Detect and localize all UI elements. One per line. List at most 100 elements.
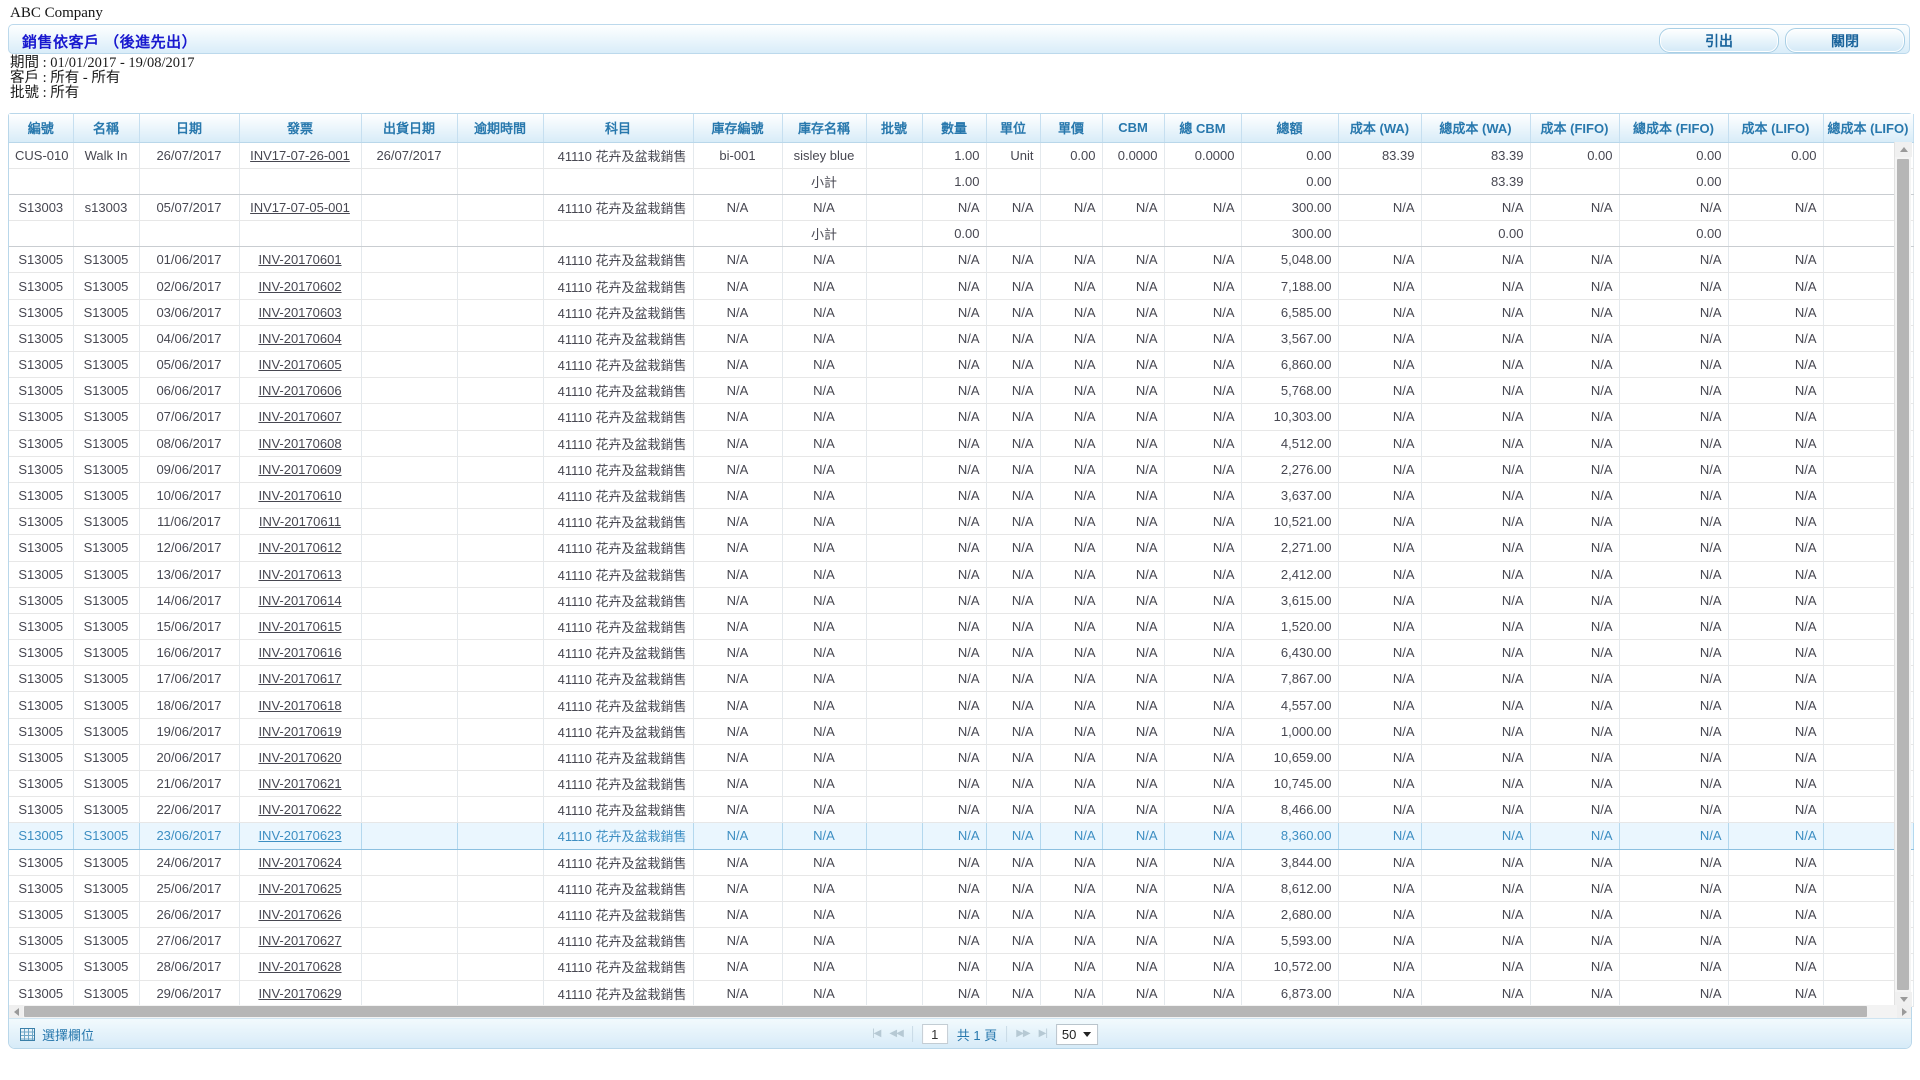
cell[interactable]: INV-20170620 [239,744,361,770]
column-header-3[interactable]: 發票 [239,114,361,142]
table-row[interactable]: S13005S1300517/06/2017INV-2017061741110 … [9,666,1913,692]
table-row[interactable]: S13005S1300501/06/2017INV-2017060141110 … [9,247,1913,273]
column-header-18[interactable]: 成本 (FIFO) [1530,114,1619,142]
table-row[interactable]: S13005S1300525/06/2017INV-2017062541110 … [9,875,1913,901]
cell[interactable]: INV-20170626 [239,901,361,927]
column-header-14[interactable]: 總 CBM [1164,114,1241,142]
cell[interactable]: INV-20170628 [239,954,361,980]
invoice-link[interactable]: INV-20170629 [258,986,341,1001]
cell[interactable]: INV-20170613 [239,561,361,587]
invoice-link[interactable]: INV-20170624 [258,855,341,870]
page-size-select[interactable]: 50 [1056,1024,1098,1045]
table-row[interactable]: S13005S1300526/06/2017INV-2017062641110 … [9,901,1913,927]
cell[interactable]: INV-20170610 [239,482,361,508]
cell[interactable]: INV-20170618 [239,692,361,718]
page-input[interactable] [922,1024,948,1044]
invoice-link[interactable]: INV-20170604 [258,331,341,346]
column-header-1[interactable]: 名稱 [73,114,139,142]
cell[interactable]: INV-20170623 [239,823,361,849]
table-row[interactable]: S13005S1300516/06/2017INV-2017061641110 … [9,640,1913,666]
last-page-button[interactable]: ▶| [1039,1023,1047,1045]
vertical-scrollbar[interactable] [1894,142,1911,1007]
table-row[interactable]: S13005S1300504/06/2017INV-2017060441110 … [9,325,1913,351]
table-row[interactable]: S13005S1300506/06/2017INV-2017060641110 … [9,378,1913,404]
cell[interactable]: INV-20170614 [239,587,361,613]
subtotal-row[interactable]: 小計1.000.0083.390.00 [9,168,1913,194]
cell[interactable]: INV-20170602 [239,273,361,299]
cell[interactable]: INV-20170629 [239,980,361,1006]
column-header-15[interactable]: 總額 [1241,114,1338,142]
table-row[interactable]: S13005S1300503/06/2017INV-2017060341110 … [9,299,1913,325]
invoice-link[interactable]: INV-20170601 [258,252,341,267]
invoice-link[interactable]: INV-20170608 [258,436,341,451]
table-row[interactable]: S13005S1300509/06/2017INV-2017060941110 … [9,456,1913,482]
column-header-5[interactable]: 逾期時間 [457,114,543,142]
export-button[interactable]: 引出 [1659,28,1779,53]
cell[interactable]: INV-20170605 [239,352,361,378]
column-header-19[interactable]: 總成本 (FIFO) [1619,114,1728,142]
cell[interactable]: INV-20170612 [239,535,361,561]
table-row[interactable]: S13005S1300520/06/2017INV-2017062041110 … [9,744,1913,770]
cell[interactable]: INV-20170617 [239,666,361,692]
cell[interactable]: INV-20170603 [239,299,361,325]
cell[interactable]: INV-20170627 [239,928,361,954]
cell[interactable]: INV-20170616 [239,640,361,666]
cell[interactable]: INV17-07-26-001 [239,142,361,168]
column-header-0[interactable]: 編號 [9,114,73,142]
invoice-link[interactable]: INV-20170606 [258,383,341,398]
invoice-link[interactable]: INV-20170625 [258,881,341,896]
table-row[interactable]: S13005S1300518/06/2017INV-2017061841110 … [9,692,1913,718]
table-row[interactable]: S13005S1300515/06/2017INV-2017061541110 … [9,613,1913,639]
next-page-button[interactable]: ▶▶ [1016,1023,1029,1045]
table-row[interactable]: CUS-010Walk In26/07/2017INV17-07-26-0012… [9,142,1913,168]
close-button[interactable]: 關閉 [1785,28,1905,53]
table-row[interactable]: S13005S1300508/06/2017INV-2017060841110 … [9,430,1913,456]
vertical-scroll-thumb[interactable] [1897,159,1909,990]
column-header-11[interactable]: 單位 [986,114,1040,142]
cell[interactable]: INV-20170606 [239,378,361,404]
invoice-link[interactable]: INV-20170609 [258,462,341,477]
invoice-link[interactable]: INV-20170602 [258,279,341,294]
cell[interactable]: INV-20170608 [239,430,361,456]
cell[interactable]: INV-20170615 [239,613,361,639]
cell[interactable]: INV17-07-05-001 [239,194,361,220]
table-row[interactable]: S13005S1300522/06/2017INV-2017062241110 … [9,797,1913,823]
first-page-button[interactable]: |◀ [872,1023,880,1045]
table-row[interactable]: S13005S1300524/06/2017INV-2017062441110 … [9,849,1913,875]
table-row[interactable]: S13005S1300512/06/2017INV-2017061241110 … [9,535,1913,561]
table-row[interactable]: S13003s1300305/07/2017INV17-07-05-001411… [9,194,1913,220]
table-row[interactable]: S13005S1300521/06/2017INV-2017062141110 … [9,771,1913,797]
table-row[interactable]: S13005S1300528/06/2017INV-2017062841110 … [9,954,1913,980]
cell[interactable]: INV-20170624 [239,849,361,875]
table-row[interactable]: S13005S1300510/06/2017INV-2017061041110 … [9,482,1913,508]
invoice-link[interactable]: INV-20170617 [258,671,341,686]
invoice-link[interactable]: INV-20170613 [258,567,341,582]
invoice-link[interactable]: INV-20170623 [258,828,341,843]
column-header-10[interactable]: 數量 [922,114,986,142]
table-row[interactable]: S13005S1300519/06/2017INV-2017061941110 … [9,718,1913,744]
invoice-link[interactable]: INV-20170626 [258,907,341,922]
cell[interactable]: INV-20170621 [239,771,361,797]
invoice-link[interactable]: INV17-07-05-001 [250,200,350,215]
table-row[interactable]: S13005S1300502/06/2017INV-2017060241110 … [9,273,1913,299]
table-row[interactable]: S13005S1300527/06/2017INV-2017062741110 … [9,928,1913,954]
invoice-link[interactable]: INV-20170622 [258,802,341,817]
cell[interactable]: INV-20170622 [239,797,361,823]
table-row[interactable]: S13005S1300507/06/2017INV-2017060741110 … [9,404,1913,430]
table-row[interactable]: S13005S1300529/06/2017INV-2017062941110 … [9,980,1913,1006]
cell[interactable]: INV-20170609 [239,456,361,482]
cell[interactable]: INV-20170619 [239,718,361,744]
table-row[interactable]: S13005S1300511/06/2017INV-2017061141110 … [9,509,1913,535]
invoice-link[interactable]: INV-20170614 [258,593,341,608]
invoice-link[interactable]: INV-20170628 [258,959,341,974]
invoice-link[interactable]: INV-20170607 [258,409,341,424]
scroll-left-arrow-icon[interactable] [9,1005,23,1018]
scroll-right-arrow-icon[interactable] [1897,1005,1911,1018]
invoice-link[interactable]: INV-20170605 [258,357,341,372]
selected-row[interactable]: S13005S1300523/06/2017INV-2017062341110 … [9,823,1913,849]
invoice-link[interactable]: INV-20170619 [258,724,341,739]
table-row[interactable]: S13005S1300505/06/2017INV-2017060541110 … [9,352,1913,378]
column-header-12[interactable]: 單價 [1040,114,1102,142]
cell[interactable]: INV-20170607 [239,404,361,430]
cell[interactable]: INV-20170611 [239,509,361,535]
